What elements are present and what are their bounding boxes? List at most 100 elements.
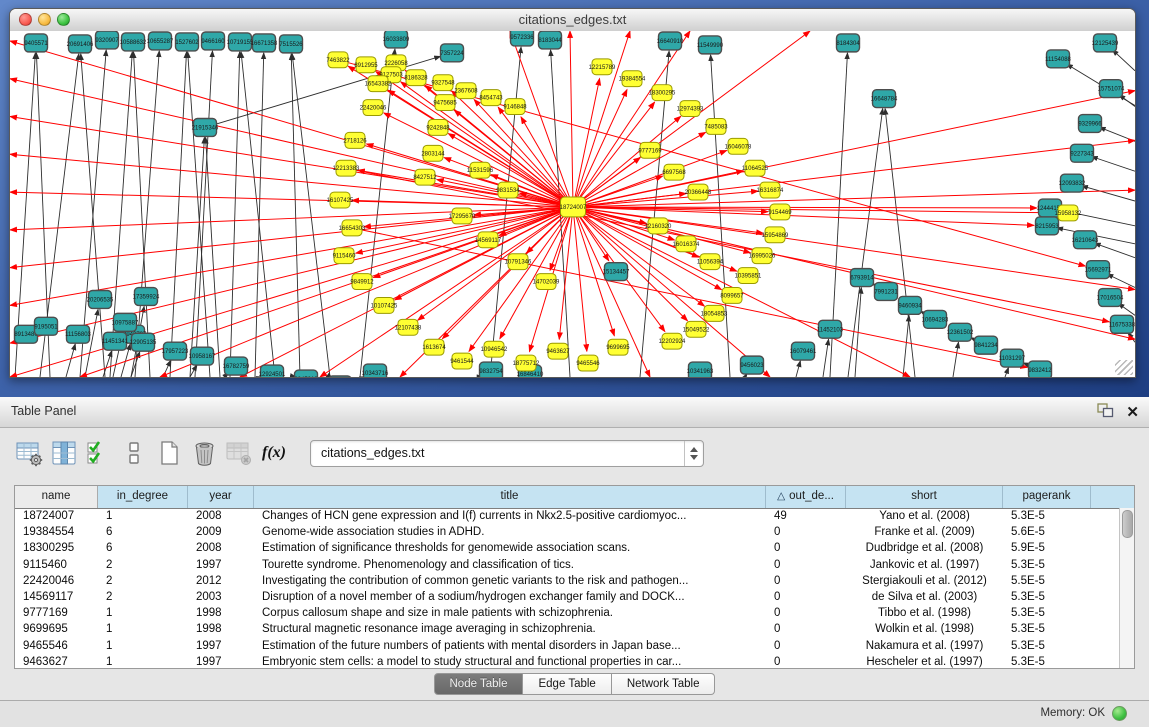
table-row[interactable]: 911546021997Tourette syndrome. Phenomeno… [15, 557, 1119, 573]
table-cell[interactable]: 1997 [188, 557, 254, 573]
table-cell[interactable]: 0 [766, 557, 846, 573]
float-panel-icon[interactable] [1097, 403, 1114, 423]
close-panel-icon[interactable]: ✕ [1126, 405, 1139, 421]
table-cell[interactable]: 2 [98, 573, 188, 589]
table-cell[interactable]: 5.6E-5 [1003, 524, 1091, 540]
table-row[interactable]: 1456911722003Disruption of a novel membe… [15, 589, 1119, 605]
table-cell[interactable]: Corpus callosum shape and size in male p… [254, 605, 766, 621]
column-header-short[interactable]: short [846, 486, 1003, 508]
tab-network-table[interactable]: Network Table [612, 673, 716, 695]
table-cell[interactable]: 1 [98, 654, 188, 668]
column-header-name[interactable]: name [15, 486, 98, 508]
column-header-title[interactable]: title [254, 486, 766, 508]
table-cell[interactable]: 5.9E-5 [1003, 540, 1091, 556]
table-cell[interactable]: 1998 [188, 605, 254, 621]
table-cell[interactable]: Nakamura et al. (1997) [846, 638, 1003, 654]
memory-ok-indicator[interactable] [1112, 706, 1127, 721]
table-cell[interactable]: 1 [98, 605, 188, 621]
table-cell[interactable]: 9115460 [15, 557, 98, 573]
table-cell[interactable]: Tibbo et al. (1998) [846, 605, 1003, 621]
table-cell[interactable]: Wolkin et al. (1998) [846, 621, 1003, 637]
table-cell[interactable]: Hescheler et al. (1997) [846, 654, 1003, 668]
table-row[interactable]: 946362711997Embryonic stem cells: a mode… [15, 654, 1119, 668]
table-cell[interactable]: Jankovic et al. (1997) [846, 557, 1003, 573]
table-cell[interactable]: 2008 [188, 540, 254, 556]
table-cell[interactable]: 6 [98, 540, 188, 556]
table-cell[interactable]: 0 [766, 524, 846, 540]
table-cell[interactable]: 1997 [188, 638, 254, 654]
table-cell[interactable]: Estimation of significance thresholds fo… [254, 540, 766, 556]
table-cell[interactable]: 5.3E-5 [1003, 589, 1091, 605]
table-cell[interactable]: 5.5E-5 [1003, 573, 1091, 589]
tab-node-table[interactable]: Node Table [434, 673, 524, 695]
graph-svg[interactable]: 9405571206914069320907105886321065528715… [10, 31, 1135, 377]
table-cell[interactable]: 0 [766, 589, 846, 605]
table-cell[interactable]: 0 [766, 638, 846, 654]
table-cell[interactable]: 22420046 [15, 573, 98, 589]
table-cell[interactable]: 2 [98, 589, 188, 605]
table-cell[interactable]: Stergiakouli et al. (2012) [846, 573, 1003, 589]
graph-node[interactable] [329, 376, 352, 377]
column-header-pagerank[interactable]: pagerank [1003, 486, 1091, 508]
table-cell[interactable]: 0 [766, 654, 846, 668]
table-cell[interactable]: Tourette syndrome. Phenomenology and cla… [254, 557, 766, 573]
graph-node[interactable] [295, 370, 318, 377]
table-cell[interactable]: 18724007 [15, 508, 98, 524]
new-column-icon[interactable] [154, 438, 184, 468]
table-cell[interactable]: Changes of HCN gene expression and I(f) … [254, 508, 766, 524]
table-mode-icon[interactable] [14, 438, 44, 468]
table-cell[interactable]: 9463627 [15, 654, 98, 668]
table-cell[interactable]: 1997 [188, 654, 254, 668]
table-cell[interactable]: Structural magnetic resonance image aver… [254, 621, 766, 637]
table-cell[interactable]: 9699695 [15, 621, 98, 637]
table-cell[interactable]: 1998 [188, 621, 254, 637]
table-cell[interactable]: 2012 [188, 573, 254, 589]
table-row[interactable]: 2242004622012Investigating the contribut… [15, 573, 1119, 589]
table-select-dropdown[interactable]: citations_edges.txt [310, 440, 704, 467]
table-cell[interactable]: 18300295 [15, 540, 98, 556]
table-cell[interactable]: 5.3E-5 [1003, 654, 1091, 668]
table-cell[interactable]: Disruption of a novel member of a sodium… [254, 589, 766, 605]
table-cell[interactable]: 0 [766, 540, 846, 556]
function-builder-icon[interactable]: f(x) [259, 438, 289, 468]
table-cell[interactable]: 2 [98, 557, 188, 573]
select-all-icon[interactable] [84, 438, 114, 468]
table-cell[interactable]: 1 [98, 508, 188, 524]
table-cell[interactable]: 5.3E-5 [1003, 508, 1091, 524]
table-row[interactable]: 969969511998Structural magnetic resonanc… [15, 621, 1119, 637]
table-cell[interactable]: Franke et al. (2009) [846, 524, 1003, 540]
table-cell[interactable]: 0 [766, 621, 846, 637]
delete-columns-icon[interactable] [189, 438, 219, 468]
table-cell[interactable]: Yano et al. (2008) [846, 508, 1003, 524]
table-cell[interactable]: Embryonic stem cells: a model to study s… [254, 654, 766, 668]
table-cell[interactable]: Estimation of the future numbers of pati… [254, 638, 766, 654]
table-cell[interactable]: 5.3E-5 [1003, 557, 1091, 573]
column-header-year[interactable]: year [188, 486, 254, 508]
table-cell[interactable]: 6 [98, 524, 188, 540]
table-cell[interactable]: 1 [98, 621, 188, 637]
tab-edge-table[interactable]: Edge Table [523, 673, 611, 695]
table-cell[interactable]: 5.3E-5 [1003, 638, 1091, 654]
table-row[interactable]: 977716911998Corpus callosum shape and si… [15, 605, 1119, 621]
network-view-canvas[interactable]: 9405571206914069320907105886321065528715… [10, 31, 1135, 377]
network-window-titlebar[interactable]: citations_edges.txt [10, 9, 1135, 32]
table-cell[interactable]: 2008 [188, 508, 254, 524]
table-cell[interactable]: 9465546 [15, 638, 98, 654]
table-scrollbar-thumb[interactable] [1122, 510, 1133, 538]
table-row[interactable]: 1938455462009Genome-wide association stu… [15, 524, 1119, 540]
table-cell[interactable]: 0 [766, 605, 846, 621]
column-header-out_de[interactable]: △out_de... [766, 486, 846, 508]
table-scrollbar[interactable] [1119, 508, 1134, 668]
table-cell[interactable]: 2009 [188, 524, 254, 540]
window-resize-grip[interactable] [1115, 360, 1133, 375]
table-cell[interactable]: 49 [766, 508, 846, 524]
table-row[interactable]: 1872400712008Changes of HCN gene express… [15, 508, 1119, 524]
show-column-icon[interactable] [49, 438, 79, 468]
column-header-in_degree[interactable]: in_degree [98, 486, 188, 508]
table-cell[interactable]: 5.3E-5 [1003, 621, 1091, 637]
table-row[interactable]: 946554611997Estimation of the future num… [15, 638, 1119, 654]
table-cell[interactable]: Genome-wide association studies in ADHD. [254, 524, 766, 540]
table-cell[interactable]: Dudbridge et al. (2008) [846, 540, 1003, 556]
table-cell[interactable]: 0 [766, 573, 846, 589]
delete-table-icon[interactable] [224, 438, 254, 468]
